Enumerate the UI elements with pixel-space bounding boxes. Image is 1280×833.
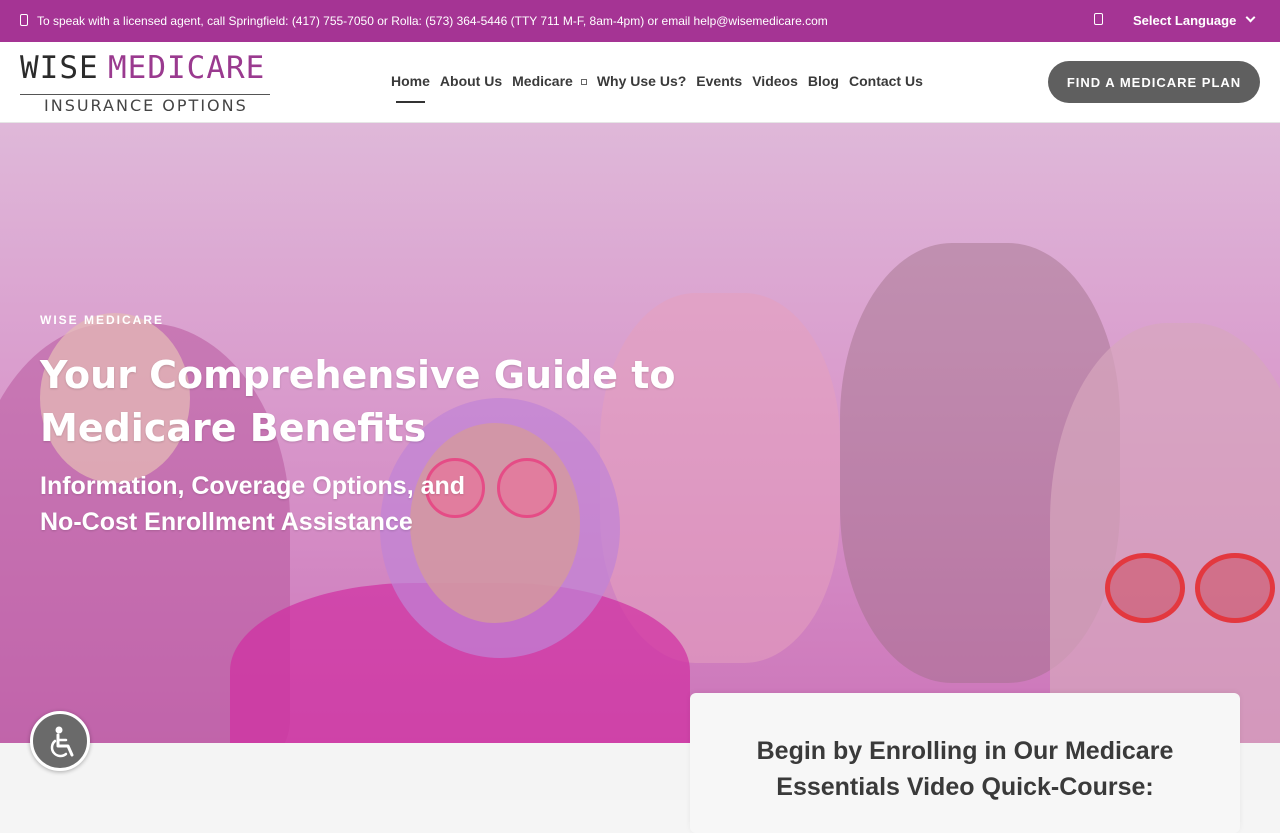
enroll-card-title: Begin by Enrolling in Our Medicare Essen… xyxy=(756,737,1174,801)
hero-title: Your Comprehensive Guide to Medicare Ben… xyxy=(40,353,676,450)
site-header: WISE MEDICARE INSURANCE OPTIONS Home Abo… xyxy=(0,42,1280,123)
nav-item-events[interactable]: Events xyxy=(696,73,742,89)
nav-item-blog[interactable]: Blog xyxy=(808,73,839,89)
globe-icon xyxy=(1094,13,1103,25)
nav-item-medicare[interactable]: Medicare xyxy=(512,73,587,89)
logo-subtitle: INSURANCE OPTIONS xyxy=(44,96,248,115)
contact-info: To speak with a licensed agent, call Spr… xyxy=(37,14,828,28)
hero-kicker: WISE MEDICARE xyxy=(40,313,165,327)
logo-divider xyxy=(20,94,270,95)
language-select[interactable]: Select Language xyxy=(1133,13,1236,28)
nav-item-about-us[interactable]: About Us xyxy=(440,73,502,89)
main-nav: Home About Us Medicare Why Use Us? Event… xyxy=(391,73,933,103)
hero-photo-red-glasses xyxy=(1105,553,1185,623)
dropdown-caret-icon xyxy=(580,79,587,86)
chevron-down-icon[interactable] xyxy=(1245,12,1256,23)
top-bar: To speak with a licensed agent, call Spr… xyxy=(0,0,1280,42)
nav-item-medicare-label: Medicare xyxy=(512,73,573,89)
hero-photo-red-glasses xyxy=(1195,553,1275,623)
nav-item-videos[interactable]: Videos xyxy=(752,73,798,89)
logo[interactable]: WISE MEDICARE INSURANCE OPTIONS xyxy=(20,50,272,116)
logo-word-medicare: MEDICARE xyxy=(108,50,266,86)
logo-word-wise: WISE xyxy=(20,50,99,86)
find-plan-button[interactable]: FIND A MEDICARE PLAN xyxy=(1048,61,1260,103)
accessibility-button[interactable] xyxy=(30,711,90,771)
hero-subtitle: Information, Coverage Options, and No-Co… xyxy=(40,472,466,536)
hero-banner: WISE MEDICARE Your Comprehensive Guide t… xyxy=(0,123,1280,743)
nav-item-home[interactable]: Home xyxy=(391,73,430,103)
phone-icon xyxy=(20,14,28,26)
nav-item-why-use-us[interactable]: Why Use Us? xyxy=(597,73,686,89)
nav-item-contact-us[interactable]: Contact Us xyxy=(849,73,923,89)
hero-photo-person-right xyxy=(1050,323,1280,743)
wheelchair-icon xyxy=(50,726,74,758)
enroll-card: Begin by Enrolling in Our Medicare Essen… xyxy=(690,693,1240,833)
